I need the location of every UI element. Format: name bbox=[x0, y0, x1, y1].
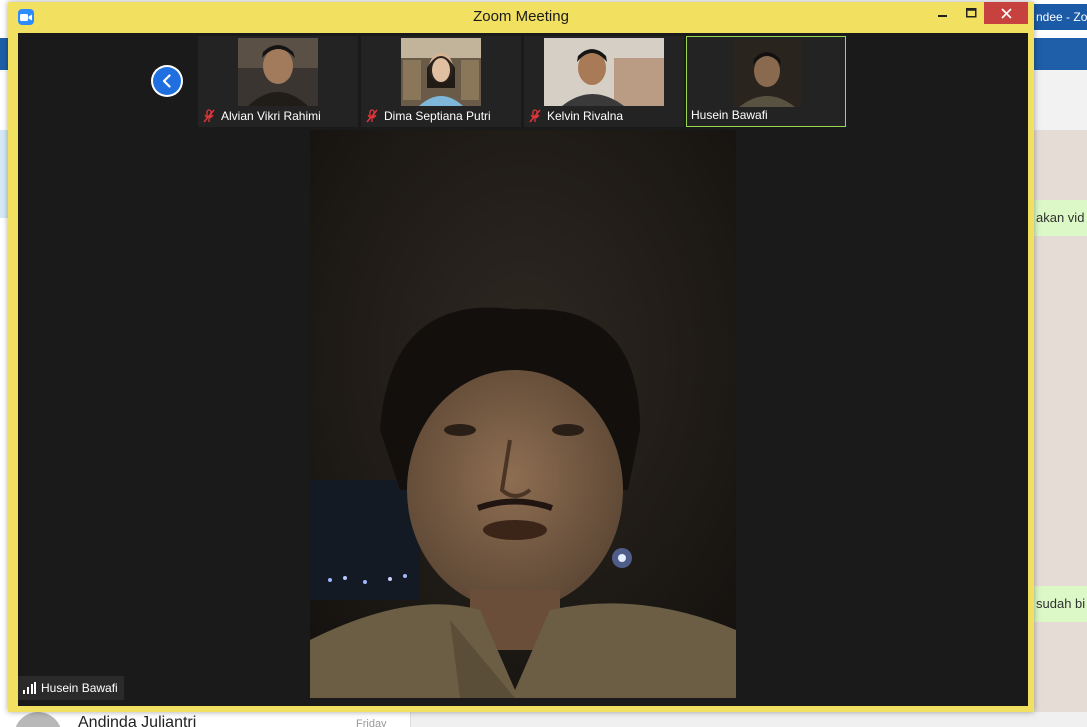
background-contact-list: Andinda Juliantri Friday bbox=[0, 712, 1087, 727]
active-speaker-video[interactable] bbox=[310, 130, 736, 698]
avatar[interactable] bbox=[14, 712, 62, 727]
active-speaker-label: Husein Bawafi bbox=[18, 676, 124, 700]
participant-thumbnail[interactable]: Alvian Vikri Rahimi bbox=[198, 36, 358, 127]
maximize-icon bbox=[965, 8, 976, 18]
previous-page-button[interactable] bbox=[151, 65, 183, 97]
participant-thumbnail[interactable]: Kelvin Rivalna bbox=[524, 36, 684, 127]
title-bar[interactable]: Zoom Meeting bbox=[8, 2, 1034, 32]
participant-video bbox=[544, 38, 664, 106]
mic-muted-icon bbox=[366, 109, 378, 123]
participant-name: Kelvin Rivalna bbox=[547, 109, 624, 123]
participant-thumbnail-active[interactable]: Husein Bawafi bbox=[686, 36, 846, 127]
zoom-meeting-window: Zoom Meeting Alvian Vikri Rahimi Dima Se… bbox=[8, 2, 1034, 712]
maximize-button[interactable] bbox=[958, 2, 984, 24]
mic-muted-icon bbox=[529, 109, 541, 123]
mic-muted-icon bbox=[203, 109, 215, 123]
participant-name: Husein Bawafi bbox=[691, 108, 768, 122]
minimize-button[interactable] bbox=[930, 2, 956, 24]
chat-message: akan vid bbox=[1034, 200, 1087, 236]
chat-message: sudah bi bbox=[1034, 586, 1087, 622]
close-button[interactable] bbox=[984, 2, 1028, 24]
participant-name: Alvian Vikri Rahimi bbox=[221, 109, 321, 123]
meeting-video-area: Alvian Vikri Rahimi Dima Septiana Putri … bbox=[18, 33, 1028, 706]
contact-date: Friday bbox=[356, 718, 387, 727]
active-speaker-name: Husein Bawafi bbox=[41, 681, 118, 695]
minimize-icon bbox=[938, 15, 947, 17]
close-icon bbox=[1000, 7, 1012, 19]
participant-video bbox=[733, 39, 801, 107]
participant-thumbnail[interactable]: Dima Septiana Putri bbox=[361, 36, 521, 127]
background-window-title[interactable]: ndee - Zo bbox=[1034, 4, 1087, 30]
signal-bars-icon bbox=[23, 682, 36, 694]
window-title: Zoom Meeting bbox=[473, 8, 569, 25]
participant-video bbox=[401, 38, 481, 106]
participant-video bbox=[238, 38, 318, 106]
chevron-left-icon bbox=[162, 74, 171, 88]
participant-name: Dima Septiana Putri bbox=[384, 109, 491, 123]
contact-name[interactable]: Andinda Juliantri bbox=[78, 714, 196, 727]
